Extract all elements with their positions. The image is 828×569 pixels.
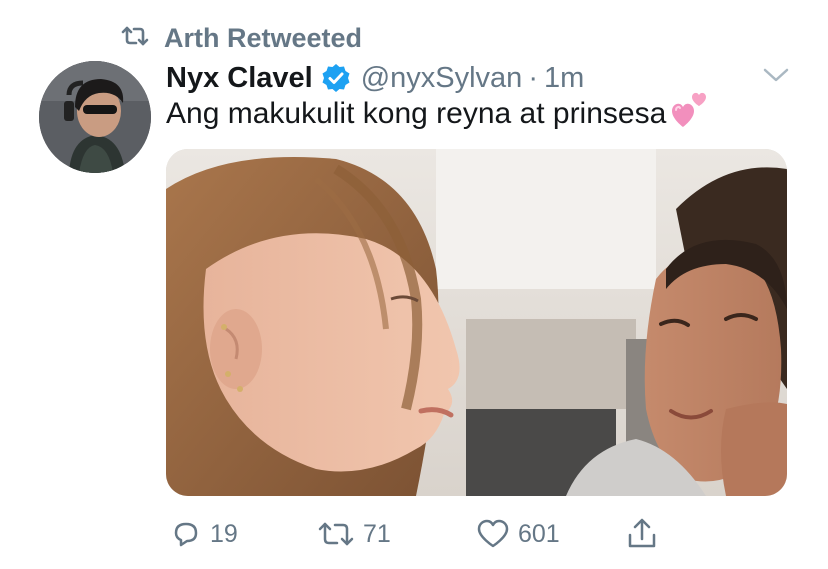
retweet-context-icon xyxy=(120,24,150,53)
tweet-timestamp[interactable]: 1m xyxy=(544,62,584,95)
reply-icon xyxy=(170,518,202,550)
chevron-down-icon[interactable] xyxy=(762,66,790,84)
reply-button[interactable]: 19 xyxy=(170,512,238,556)
two-hearts-emoji-icon xyxy=(668,91,710,131)
share-button[interactable] xyxy=(626,512,658,556)
heart-icon xyxy=(476,518,510,550)
retweet-button[interactable]: 71 xyxy=(317,512,391,556)
avatar[interactable] xyxy=(39,61,151,173)
separator-dot: · xyxy=(528,61,538,94)
share-icon xyxy=(626,517,658,551)
tweet-media-photo[interactable] xyxy=(166,149,787,496)
reply-count: 19 xyxy=(210,519,238,548)
tweet-action-bar: 19 71 601 xyxy=(0,512,828,556)
author-display-name[interactable]: Nyx Clavel xyxy=(166,62,313,95)
tweet-text: Ang makukulit kong reyna at prinsesa xyxy=(166,92,710,131)
retweet-context[interactable]: Arth Retweeted xyxy=(120,22,362,54)
like-count: 601 xyxy=(518,519,560,548)
retweeted-by-label[interactable]: Arth Retweeted xyxy=(164,23,362,54)
verified-badge-icon xyxy=(321,63,351,93)
like-button[interactable]: 601 xyxy=(476,512,560,556)
author-handle[interactable]: @nyxSylvan xyxy=(361,62,523,95)
retweet-count: 71 xyxy=(363,519,391,548)
tweet-header: Nyx Clavel @nyxSylvan · 1m xyxy=(166,58,584,98)
tweet-text-body: Ang makukulit kong reyna at prinsesa xyxy=(166,97,667,130)
retweet-icon xyxy=(317,518,355,550)
